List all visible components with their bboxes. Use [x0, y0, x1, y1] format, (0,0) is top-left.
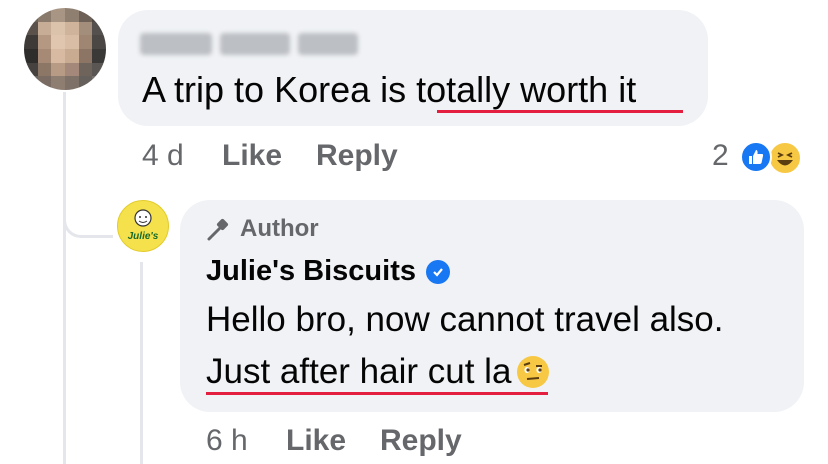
red-underline	[206, 392, 548, 395]
author-name[interactable]: Julie's Biscuits	[206, 255, 416, 288]
raised-eyebrow-emoji-icon	[517, 356, 550, 388]
reply-button[interactable]: Reply	[316, 139, 398, 173]
reply-text-line1: Hello bro, now cannot travel also.	[206, 300, 724, 339]
reply-text-line2-row: Just after hair cut la	[206, 350, 551, 394]
reply-author: Julie's Biscuits	[206, 255, 450, 288]
like-button[interactable]: Like	[222, 139, 282, 173]
thread-connector	[63, 170, 113, 238]
svg-text:Julie's: Julie's	[128, 231, 159, 242]
thread-line	[63, 92, 66, 464]
author-badge: Author	[206, 215, 319, 243]
like-icon[interactable]	[740, 141, 772, 173]
comment-text: A trip to Korea is totally worth it	[142, 69, 637, 110]
red-underline	[437, 110, 683, 113]
julies-logo[interactable]: Julie's	[117, 200, 169, 252]
avatar[interactable]	[24, 8, 106, 90]
haha-icon[interactable]	[768, 141, 802, 175]
reply-thread-line	[140, 262, 143, 464]
verified-badge-icon	[425, 259, 450, 284]
author-label: Author	[240, 215, 319, 242]
reply-text-line2: Just after hair cut la	[206, 352, 512, 391]
comment-timestamp[interactable]: 4 d	[142, 139, 184, 173]
reply-timestamp[interactable]: 6 h	[206, 424, 248, 458]
reaction-count[interactable]: 2	[712, 139, 729, 173]
commenter-name-blurred[interactable]	[140, 30, 358, 58]
microphone-icon	[207, 218, 229, 241]
like-button[interactable]: Like	[286, 424, 346, 458]
reply-button[interactable]: Reply	[380, 424, 462, 458]
